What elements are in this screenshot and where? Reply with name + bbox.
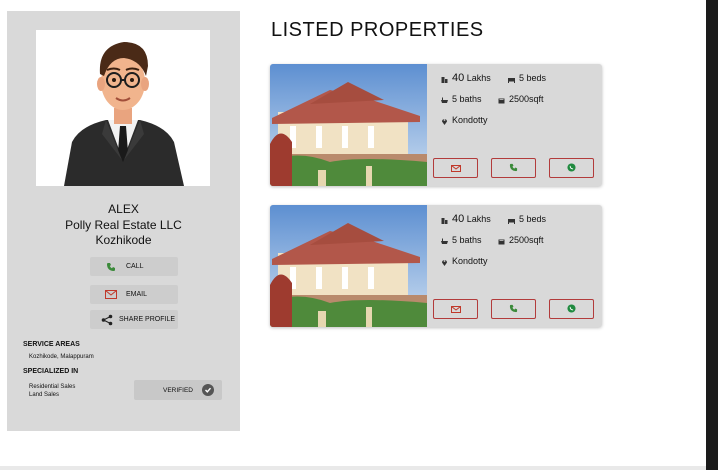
mail-icon <box>450 159 461 177</box>
property-photo <box>270 205 427 327</box>
beds-value: 5 beds <box>519 73 547 83</box>
share-profile-button[interactable]: SHARE PROFILE <box>90 310 178 329</box>
baths-info: 5 baths <box>441 94 482 104</box>
beds-value: 5 beds <box>519 214 547 224</box>
window-bottom-edge <box>0 466 706 470</box>
agent-city: Kozhikode <box>95 233 152 247</box>
location-info: Kondotty <box>441 256 488 266</box>
bed-icon <box>508 216 515 224</box>
whatsapp-icon <box>567 159 576 177</box>
agent-profile-panel: ALEX Polly Real Estate LLC Kozhikode CAL… <box>7 11 240 431</box>
email-button[interactable]: EMAIL <box>90 285 178 304</box>
share-profile-label: SHARE PROFILE <box>119 316 176 323</box>
share-icon <box>100 314 114 326</box>
phone-icon <box>104 261 118 273</box>
price-info: 40 Lakhs <box>441 72 491 84</box>
check-circle-icon <box>202 384 214 396</box>
bath-icon <box>441 96 448 103</box>
verified-label: VERIFIED <box>163 386 193 394</box>
price-unit: Lakhs <box>466 73 491 83</box>
service-areas-value: Kozhikode, Malappuram <box>29 354 94 360</box>
building-icon <box>441 75 448 83</box>
property-card[interactable]: 40 Lakhs 5 beds 5 baths 2500sqft Kondott… <box>270 205 602 327</box>
price-info: 40 Lakhs <box>441 213 491 225</box>
property-photo <box>270 64 427 186</box>
whatsapp-icon <box>567 300 576 318</box>
window-edge <box>706 0 718 470</box>
mail-icon <box>104 289 118 301</box>
bed-icon <box>508 75 515 83</box>
beds-info: 5 beds <box>508 73 546 83</box>
email-button[interactable] <box>433 299 478 319</box>
listed-properties-title: LISTED PROPERTIES <box>271 19 484 41</box>
beds-info: 5 beds <box>508 214 546 224</box>
email-label: EMAIL <box>126 291 148 298</box>
price-value: 40 <box>452 213 465 225</box>
price-value: 40 <box>452 72 465 84</box>
area-icon <box>498 237 505 244</box>
call-button[interactable]: CALL <box>90 257 178 276</box>
building-icon <box>441 216 448 224</box>
whatsapp-button[interactable] <box>549 299 594 319</box>
area-value: 2500sqft <box>509 235 544 245</box>
agency-name: Polly Real Estate LLC <box>65 218 182 232</box>
mail-icon <box>450 300 461 318</box>
call-button[interactable] <box>491 158 536 178</box>
phone-icon <box>509 159 518 177</box>
verified-badge: VERIFIED <box>134 380 222 400</box>
baths-info: 5 baths <box>441 235 482 245</box>
specialty-item: Residential Sales <box>29 384 76 390</box>
agent-avatar <box>36 30 210 186</box>
location-pin-icon <box>441 117 448 125</box>
location-pin-icon <box>441 258 448 266</box>
location-info: Kondotty <box>441 115 488 125</box>
location-value: Kondotty <box>452 256 488 266</box>
area-info: 2500sqft <box>498 235 544 245</box>
location-value: Kondotty <box>452 115 488 125</box>
call-label: CALL <box>126 263 144 270</box>
call-button[interactable] <box>491 299 536 319</box>
price-unit: Lakhs <box>466 214 491 224</box>
baths-value: 5 baths <box>452 94 482 104</box>
agent-name: ALEX <box>108 202 139 216</box>
email-button[interactable] <box>433 158 478 178</box>
service-areas-title: SERVICE AREAS <box>23 341 80 348</box>
area-info: 2500sqft <box>498 94 544 104</box>
specialized-in-title: SPECIALIZED IN <box>23 368 79 375</box>
phone-icon <box>509 300 518 318</box>
specialty-item: Land Sales <box>29 392 60 398</box>
area-value: 2500sqft <box>509 94 544 104</box>
baths-value: 5 baths <box>452 235 482 245</box>
area-icon <box>498 96 505 103</box>
property-card[interactable]: 40 Lakhs 5 beds 5 baths 2500sqft Kondott… <box>270 64 602 186</box>
bath-icon <box>441 237 448 244</box>
whatsapp-button[interactable] <box>549 158 594 178</box>
